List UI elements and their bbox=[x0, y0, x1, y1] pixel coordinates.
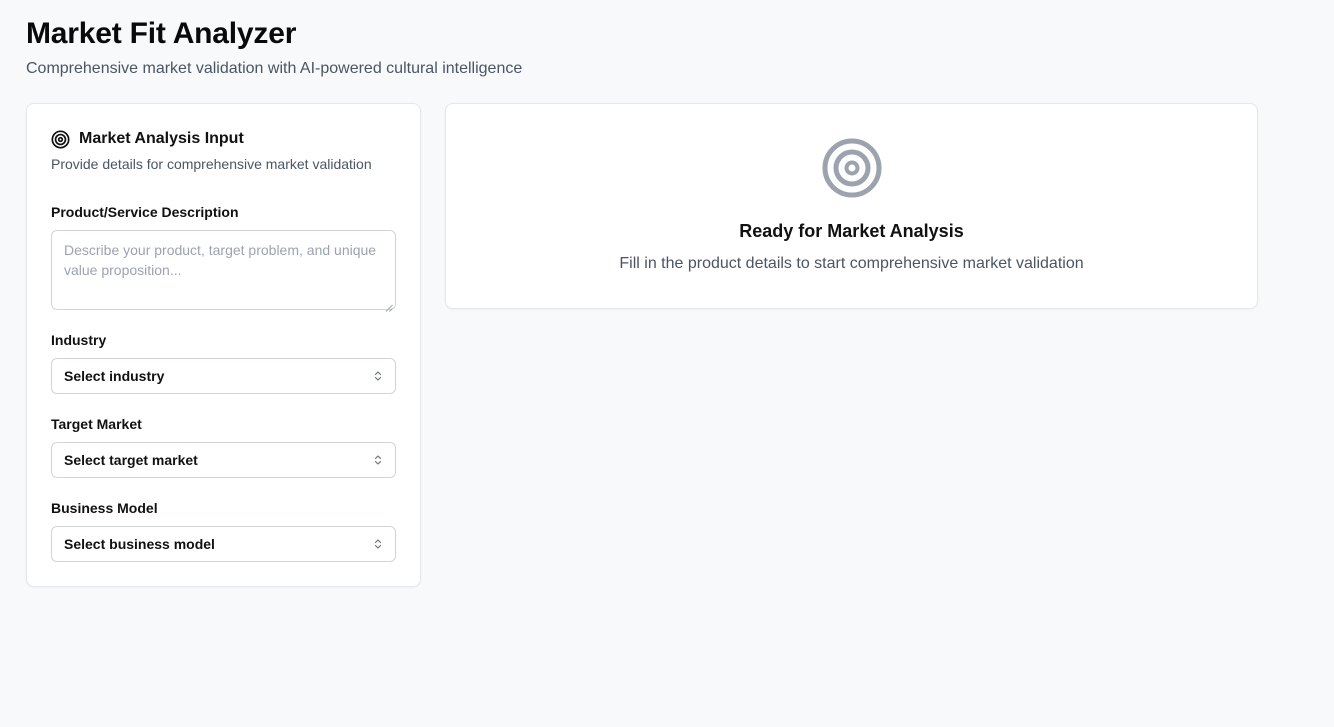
product-description-label: Product/Service Description bbox=[51, 204, 239, 220]
input-card-title: Market Analysis Input bbox=[79, 130, 244, 147]
chevron-up-down-icon bbox=[373, 453, 383, 467]
resize-grip-icon[interactable] bbox=[385, 299, 393, 312]
chevron-up-down-icon bbox=[373, 537, 383, 551]
chevron-up-down-icon bbox=[373, 369, 383, 383]
page-header: Market Fit Analyzer Comprehensive market… bbox=[26, 14, 522, 79]
empty-state-title: Ready for Market Analysis bbox=[739, 221, 964, 241]
industry-label: Industry bbox=[51, 332, 107, 348]
page-subtitle: Comprehensive market validation with AI-… bbox=[26, 60, 523, 77]
input-card-title-row: Market Analysis Input bbox=[51, 128, 396, 150]
market-analysis-input-card: Market Analysis Input Provide details fo… bbox=[26, 103, 421, 587]
target-market-label: Target Market bbox=[51, 416, 142, 432]
analysis-result-card: Ready for Market Analysis Fill in the pr… bbox=[445, 103, 1258, 309]
input-card-description: Provide details for comprehensive market… bbox=[51, 156, 372, 172]
business-model-select[interactable]: Select business model bbox=[51, 526, 396, 562]
target-icon bbox=[51, 129, 70, 149]
product-description-textarea[interactable]: Describe your product, target problem, a… bbox=[51, 230, 396, 312]
industry-select[interactable]: Select industry bbox=[51, 358, 396, 394]
empty-state-description: Fill in the product details to start com… bbox=[619, 255, 1084, 272]
page-title: Market Fit Analyzer bbox=[26, 17, 297, 50]
target-market-select-value: Select target market bbox=[64, 452, 198, 468]
input-card-header: Market Analysis Input Provide details fo… bbox=[51, 128, 396, 173]
industry-select-value: Select industry bbox=[64, 368, 165, 384]
product-description-placeholder: Describe your product, target problem, a… bbox=[64, 242, 377, 278]
business-model-label: Business Model bbox=[51, 500, 158, 516]
target-market-select[interactable]: Select target market bbox=[51, 442, 396, 478]
target-icon bbox=[822, 138, 882, 198]
business-model-select-value: Select business model bbox=[64, 536, 215, 552]
empty-state: Ready for Market Analysis Fill in the pr… bbox=[446, 138, 1257, 274]
